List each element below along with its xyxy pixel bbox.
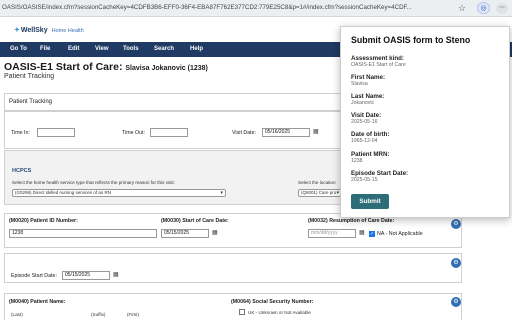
uk-label: UK - Unknown or Not Available bbox=[248, 310, 311, 315]
logo: ✦WellSky Home Health bbox=[14, 27, 84, 34]
menu-file[interactable]: File bbox=[40, 46, 50, 52]
menu-help[interactable]: Help bbox=[190, 46, 203, 52]
start-of-care-input[interactable]: 05/15/2025 bbox=[161, 229, 209, 238]
last-name-value: Jokanovic bbox=[351, 100, 375, 106]
last-name-caption: (Last) bbox=[11, 312, 23, 317]
menu-edit[interactable]: Edit bbox=[68, 46, 79, 52]
patient-id-input[interactable]: 1238 bbox=[9, 229, 157, 238]
menu-tools[interactable]: Tools bbox=[123, 46, 139, 52]
time-in-label: Time In: bbox=[11, 130, 30, 136]
menu-view[interactable]: View bbox=[95, 46, 109, 52]
na-label: NA - Not Applicable bbox=[377, 231, 423, 237]
na-checkbox[interactable] bbox=[369, 231, 375, 237]
uk-checkbox[interactable] bbox=[239, 309, 245, 315]
calendar-icon[interactable]: ▦ bbox=[359, 229, 365, 237]
mrn-label: Patient MRN: bbox=[351, 151, 390, 158]
mrn-value: 1238 bbox=[351, 158, 363, 164]
visit-date-input[interactable]: 05/16/2025 bbox=[262, 128, 310, 137]
hcpcs-prompt: Select the home health service type that… bbox=[12, 180, 175, 185]
m0032-label: (M0032) Resumption of Care Date: bbox=[308, 218, 395, 224]
menu-search[interactable]: Search bbox=[154, 46, 174, 52]
menu-goto[interactable]: Go To bbox=[10, 46, 27, 52]
extension-icon[interactable]: ◎ bbox=[477, 2, 490, 14]
patient-name-row: (M0040) Patient Name: (Last) (Suffix) (F… bbox=[4, 293, 462, 320]
dob-value: 1965-12-04 bbox=[351, 138, 378, 144]
menu-icon[interactable]: ⋯ bbox=[496, 3, 508, 14]
wellsky-logo-icon: ✦ bbox=[14, 27, 20, 34]
m0020-label: (M0020) Patient ID Number: bbox=[9, 218, 78, 224]
dob-label: Date of birth: bbox=[351, 131, 390, 138]
calendar-icon[interactable]: ▦ bbox=[212, 229, 218, 237]
resumption-of-care-input[interactable]: mm/dd/yyyy bbox=[308, 229, 356, 238]
location-select[interactable]: (Q5001) Care pro bbox=[298, 189, 342, 197]
page-subtitle: Patient Tracking bbox=[4, 73, 55, 80]
ids-dates-row: (M0020) Patient ID Number: 1238 (M0030) … bbox=[4, 213, 462, 248]
episode-row: Episode Start Date: 05/15/2025 ▦ ⚙ bbox=[4, 253, 462, 283]
star-icon[interactable]: ☆ bbox=[458, 3, 466, 13]
visit-date-value: 2025-05-16 bbox=[351, 119, 378, 125]
url-text[interactable]: OASIS/OASISE/index.cfm?sessionCacheKey=4… bbox=[2, 4, 454, 11]
assessment-kind-value: OASIS-E1 Start of Care bbox=[351, 62, 406, 68]
popup-title: Submit OASIS form to Steno bbox=[351, 35, 471, 45]
calendar-icon[interactable]: ▦ bbox=[313, 128, 319, 136]
m0040-label: (M0040) Patient Name: bbox=[9, 299, 66, 305]
time-out-input[interactable] bbox=[150, 128, 188, 137]
steno-submit-popup: Submit OASIS form to Steno Assessment ki… bbox=[340, 26, 510, 218]
first-name-value: Slavisa bbox=[351, 81, 368, 87]
submit-button[interactable]: Submit bbox=[351, 194, 389, 209]
m0064-label: (M0064) Social Security Number: bbox=[231, 299, 314, 305]
visit-date-label: Visit Date: bbox=[232, 130, 257, 136]
time-out-label: Time Out: bbox=[122, 130, 146, 136]
page-title: OASIS-E1 Start of Care: Slavisa Jokanovi… bbox=[4, 61, 208, 73]
visit-date-label: Visit Date: bbox=[351, 112, 382, 119]
calendar-icon[interactable]: ▦ bbox=[113, 271, 119, 279]
gear-icon[interactable]: ⚙ bbox=[451, 297, 461, 307]
episode-start-input[interactable]: 05/15/2025 bbox=[62, 271, 110, 280]
location-prompt: Select the location bbox=[298, 180, 336, 185]
gear-icon[interactable]: ⚙ bbox=[451, 219, 461, 229]
suffix-caption: (Suffix) bbox=[91, 312, 106, 317]
episode-start-value: 2025-05-15 bbox=[351, 177, 378, 183]
hcpcs-title: HCPCS bbox=[12, 168, 32, 174]
gear-icon[interactable]: ⚙ bbox=[451, 258, 461, 268]
section-title: Patient Tracking bbox=[9, 99, 53, 105]
browser-url-bar[interactable]: OASIS/OASISE/index.cfm?sessionCacheKey=4… bbox=[0, 0, 512, 17]
first-name-caption: (First) bbox=[127, 312, 139, 317]
episode-start-label: Episode Start Date: bbox=[11, 273, 57, 279]
first-name-label: First Name: bbox=[351, 74, 386, 81]
m0030-label: (M0030) Start of Care Date: bbox=[161, 218, 229, 224]
assessment-kind-label: Assessment kind: bbox=[351, 55, 404, 62]
episode-start-label: Episode Start Date: bbox=[351, 170, 409, 177]
service-type-select[interactable]: (G0299) Direct skilled nursing services … bbox=[12, 189, 226, 197]
last-name-label: Last Name: bbox=[351, 93, 385, 100]
patient-name-title: Slavisa Jokanovic (1238) bbox=[125, 65, 208, 72]
time-in-input[interactable] bbox=[37, 128, 75, 137]
